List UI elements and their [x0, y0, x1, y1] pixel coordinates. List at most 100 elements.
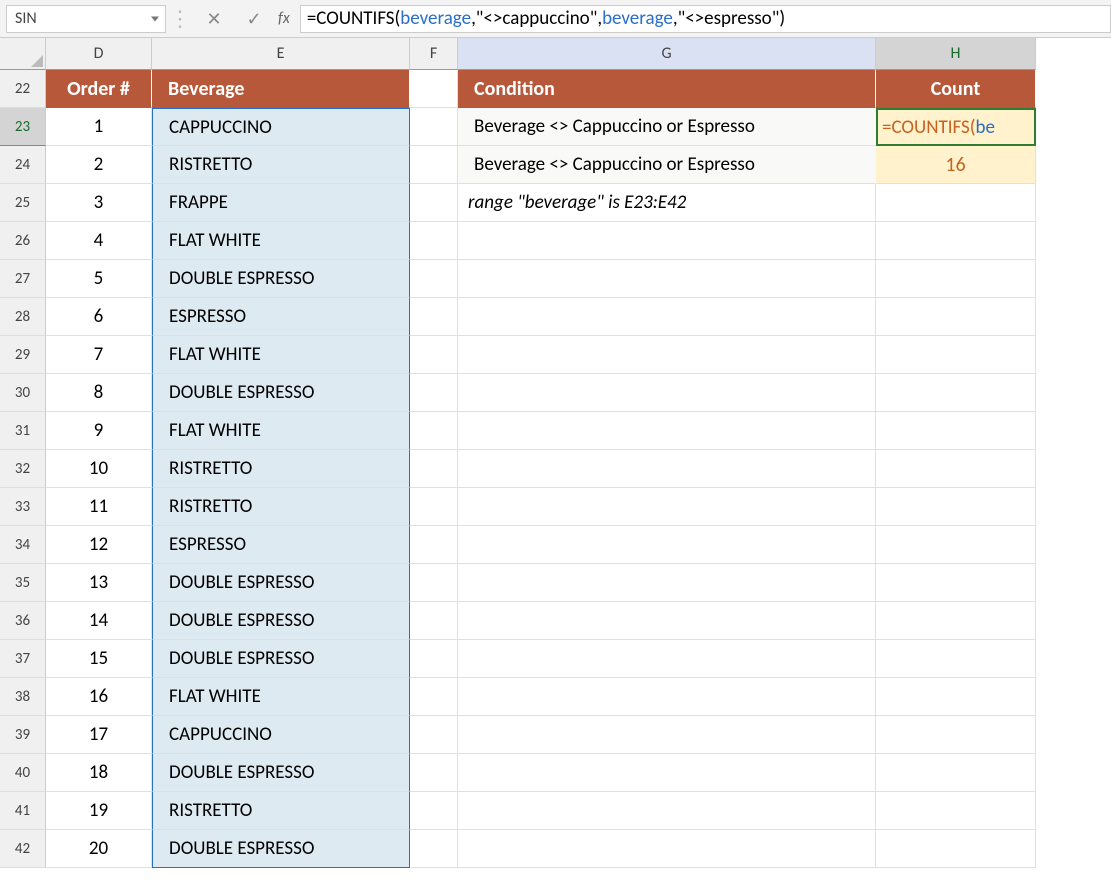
cell-E36[interactable]: DOUBLE ESPRESSO [152, 602, 410, 640]
cell-H36[interactable] [876, 602, 1036, 640]
row-header-32[interactable]: 32 [0, 450, 46, 488]
cell-F38[interactable] [410, 678, 458, 716]
cell-E42[interactable]: DOUBLE ESPRESSO [152, 830, 410, 868]
cell-E26[interactable]: FLAT WHITE [152, 222, 410, 260]
cell-H25[interactable] [876, 184, 1036, 222]
cell-G30[interactable] [458, 374, 876, 412]
cell-H33[interactable] [876, 488, 1036, 526]
cell-E28[interactable]: ESPRESSO [152, 298, 410, 336]
column-header-D[interactable]: D [46, 38, 152, 70]
name-box[interactable]: SIN [6, 5, 166, 33]
row-header-39[interactable]: 39 [0, 716, 46, 754]
cell-G23[interactable]: Beverage <> Cappuccino or Espresso [458, 108, 876, 146]
cell-D29[interactable]: 7 [46, 336, 152, 374]
cell-H35[interactable] [876, 564, 1036, 602]
cell-G35[interactable] [458, 564, 876, 602]
cell-E32[interactable]: RISTRETTO [152, 450, 410, 488]
cell-F29[interactable] [410, 336, 458, 374]
row-header-22[interactable]: 22 [0, 70, 46, 108]
cell-D34[interactable]: 12 [46, 526, 152, 564]
cell-G42[interactable] [458, 830, 876, 868]
cell-H26[interactable] [876, 222, 1036, 260]
select-all-corner[interactable] [0, 38, 46, 70]
header-order[interactable]: Order # [46, 70, 152, 108]
cell-E38[interactable]: FLAT WHITE [152, 678, 410, 716]
cell-G28[interactable] [458, 298, 876, 336]
cell-E29[interactable]: FLAT WHITE [152, 336, 410, 374]
row-header-42[interactable]: 42 [0, 830, 46, 868]
row-header-40[interactable]: 40 [0, 754, 46, 792]
column-header-F[interactable]: F [410, 38, 458, 70]
cell-E37[interactable]: DOUBLE ESPRESSO [152, 640, 410, 678]
fx-icon[interactable]: fx [274, 9, 300, 28]
cell-G32[interactable] [458, 450, 876, 488]
cell-H37[interactable] [876, 640, 1036, 678]
cell-H32[interactable] [876, 450, 1036, 488]
cell-D36[interactable]: 14 [46, 602, 152, 640]
cell-D26[interactable]: 4 [46, 222, 152, 260]
cell-D42[interactable]: 20 [46, 830, 152, 868]
row-header-26[interactable]: 26 [0, 222, 46, 260]
cell-E35[interactable]: DOUBLE ESPRESSO [152, 564, 410, 602]
row-header-27[interactable]: 27 [0, 260, 46, 298]
cell-F25[interactable] [410, 184, 458, 222]
cell-H30[interactable] [876, 374, 1036, 412]
cell-F39[interactable] [410, 716, 458, 754]
row-header-38[interactable]: 38 [0, 678, 46, 716]
cell-E39[interactable]: CAPPUCCINO [152, 716, 410, 754]
cell-F26[interactable] [410, 222, 458, 260]
cell-D40[interactable]: 18 [46, 754, 152, 792]
column-header-G[interactable]: G [458, 38, 876, 70]
cell-D28[interactable]: 6 [46, 298, 152, 336]
row-header-25[interactable]: 25 [0, 184, 46, 222]
cell-H29[interactable] [876, 336, 1036, 374]
cell-H24[interactable]: 16 [876, 146, 1036, 184]
cell-D31[interactable]: 9 [46, 412, 152, 450]
cell-H42[interactable] [876, 830, 1036, 868]
cell-F34[interactable] [410, 526, 458, 564]
cell-E33[interactable]: RISTRETTO [152, 488, 410, 526]
cell-E41[interactable]: RISTRETTO [152, 792, 410, 830]
row-header-24[interactable]: 24 [0, 146, 46, 184]
cell-H38[interactable] [876, 678, 1036, 716]
row-header-29[interactable]: 29 [0, 336, 46, 374]
header-condition[interactable]: Condition [458, 70, 876, 108]
cell-F41[interactable] [410, 792, 458, 830]
cell-F28[interactable] [410, 298, 458, 336]
cell-H41[interactable] [876, 792, 1036, 830]
cell-F32[interactable] [410, 450, 458, 488]
row-header-34[interactable]: 34 [0, 526, 46, 564]
accept-formula-button[interactable]: ✓ [234, 8, 274, 30]
cell-F42[interactable] [410, 830, 458, 868]
cell-G24[interactable]: Beverage <> Cappuccino or Espresso [458, 146, 876, 184]
cell-D30[interactable]: 8 [46, 374, 152, 412]
cell-E23[interactable]: CAPPUCCINO [152, 108, 410, 146]
cell-G29[interactable] [458, 336, 876, 374]
cell-D33[interactable]: 11 [46, 488, 152, 526]
row-header-23[interactable]: 23 [0, 108, 46, 146]
cell-D37[interactable]: 15 [46, 640, 152, 678]
formula-input[interactable]: =COUNTIFS(beverage,"<>cappuccino",bevera… [300, 5, 1111, 33]
column-header-H[interactable]: H [876, 38, 1036, 70]
cell-H40[interactable] [876, 754, 1036, 792]
cell-D35[interactable]: 13 [46, 564, 152, 602]
cell-D41[interactable]: 19 [46, 792, 152, 830]
cell-G27[interactable] [458, 260, 876, 298]
row-header-33[interactable]: 33 [0, 488, 46, 526]
cell-F24[interactable] [410, 146, 458, 184]
header-beverage[interactable]: Beverage [152, 70, 410, 108]
row-header-31[interactable]: 31 [0, 412, 46, 450]
row-header-35[interactable]: 35 [0, 564, 46, 602]
cell-G38[interactable] [458, 678, 876, 716]
cell-F31[interactable] [410, 412, 458, 450]
cell-E31[interactable]: FLAT WHITE [152, 412, 410, 450]
header-count[interactable]: Count [876, 70, 1036, 108]
cell-E27[interactable]: DOUBLE ESPRESSO [152, 260, 410, 298]
cancel-formula-button[interactable]: ✕ [194, 8, 234, 30]
row-header-36[interactable]: 36 [0, 602, 46, 640]
cell-F37[interactable] [410, 640, 458, 678]
cell-F36[interactable] [410, 602, 458, 640]
cell-D24[interactable]: 2 [46, 146, 152, 184]
chevron-down-icon[interactable] [151, 16, 159, 21]
cell-F35[interactable] [410, 564, 458, 602]
